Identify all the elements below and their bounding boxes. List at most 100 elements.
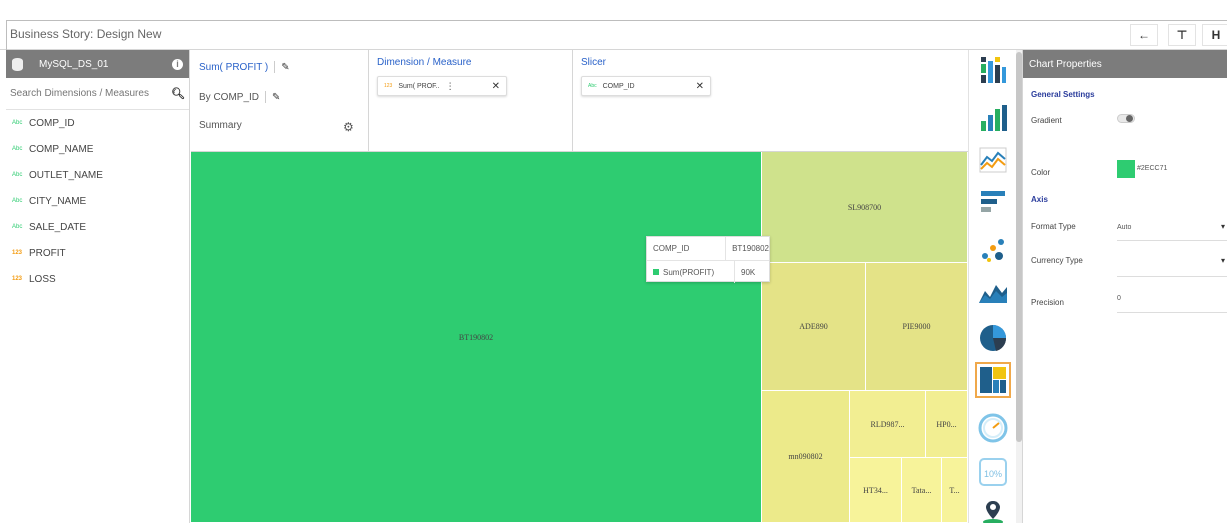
axis-heading: Axis	[1031, 195, 1048, 204]
map-chart-icon[interactable]	[975, 494, 1011, 523]
pie-chart-icon[interactable]	[975, 320, 1011, 356]
tile-label: SL908700	[847, 202, 882, 212]
tooltip-key: COMP_ID	[647, 237, 727, 260]
tooltip-value: BT190802	[732, 244, 769, 253]
tile-label: BT190802	[458, 332, 494, 342]
grid-chart-icon[interactable]	[975, 52, 1011, 88]
treemap-tile[interactable]: HP0...	[926, 391, 968, 458]
tooltip-key-cell: Sum(PROFIT)	[647, 261, 735, 283]
database-icon	[12, 57, 23, 71]
close-icon[interactable]: ✕	[696, 81, 704, 92]
field-name: PROFIT	[29, 247, 66, 259]
treemap-tile[interactable]: HT34...	[850, 458, 902, 523]
field-item[interactable]: Abc CITY_NAME	[6, 188, 189, 214]
field-item[interactable]: Abc SALE_DATE	[6, 214, 189, 240]
precision-label: Precision	[1031, 298, 1064, 307]
field-name: SALE_DATE	[29, 221, 87, 233]
field-name: LOSS	[29, 273, 56, 285]
field-underline	[1117, 312, 1227, 313]
chart-tooltip: COMP_ID BT190802 Sum(PROFIT) 90K	[646, 236, 770, 283]
field-underline	[1117, 276, 1227, 277]
toggle-knob	[1126, 115, 1133, 122]
field-name: OUTLET_NAME	[29, 169, 103, 181]
line-chart-icon[interactable]	[975, 142, 1011, 178]
edit-pencil-icon[interactable]: ✎	[272, 92, 280, 103]
treemap-tile[interactable]: ADE890	[762, 263, 866, 391]
tile-label: RLD987...	[870, 419, 905, 429]
divider	[274, 61, 276, 73]
format-type-select[interactable]: Auto	[1117, 224, 1131, 231]
tooltip-value: 90K	[741, 267, 756, 277]
dimension-measure-shelf: Dimension / Measure 123 Sum( PROF.. ⋮ ✕	[369, 50, 573, 152]
info-icon[interactable]: i	[172, 58, 183, 70]
summary-label: Summary	[199, 120, 242, 131]
chevron-down-icon[interactable]: ▾	[1221, 256, 1225, 265]
field-underline	[1117, 240, 1227, 241]
number-type-icon: 123	[384, 83, 393, 89]
field-item[interactable]: Abc COMP_NAME	[6, 136, 189, 162]
gear-icon[interactable]: ⚙	[343, 120, 354, 134]
chart-shelf: Sum( PROFIT ) ✎ By COMP_ID ✎ Summary ⚙ D…	[191, 50, 977, 152]
treemap-tile[interactable]: SL908700	[762, 152, 968, 263]
slicer-label: Slicer	[581, 57, 607, 68]
pill-label: Sum( PROF..	[398, 82, 440, 90]
slicer-pill[interactable]: Abc COMP_ID ✕	[581, 76, 711, 96]
treemap-tile[interactable]: Tata...	[902, 458, 942, 523]
field-list: Abc COMP_ID Abc COMP_NAME Abc OUTLET_NAME A…	[6, 110, 189, 292]
field-name: COMP_ID	[29, 117, 75, 129]
field-search-input[interactable]	[10, 88, 172, 99]
kpi-icon-text: 10%	[984, 469, 1002, 479]
gauge-chart-icon[interactable]	[975, 410, 1011, 446]
gradient-label: Gradient	[1031, 116, 1062, 125]
edit-pencil-icon[interactable]: ✎	[281, 62, 289, 73]
general-settings-heading: General Settings	[1031, 90, 1095, 99]
precision-input[interactable]: 0	[1117, 295, 1121, 302]
datasource-header[interactable]: MySQL_DS_01 i	[6, 50, 189, 78]
string-type-icon: Abc	[12, 198, 23, 204]
chevron-down-icon[interactable]: ▾	[1221, 222, 1225, 231]
datasource-name: MySQL_DS_01	[39, 58, 109, 70]
dimension-measure-pill[interactable]: 123 Sum( PROF.. ⋮ ✕	[377, 76, 507, 96]
kpi-chart-icon[interactable]: 10%	[975, 454, 1011, 490]
color-swatch[interactable]	[1117, 160, 1135, 178]
treemap-tile[interactable]: PIE9000	[866, 263, 968, 391]
field-item[interactable]: Abc COMP_ID	[6, 110, 189, 136]
bar-chart-icon[interactable]	[975, 100, 1011, 136]
field-item[interactable]: 123 LOSS	[6, 266, 189, 292]
string-type-icon: Abc	[588, 83, 597, 89]
string-type-icon: Abc	[12, 224, 23, 230]
tooltip-row: Sum(PROFIT) 90K	[647, 260, 769, 283]
kebab-menu-icon[interactable]: ⋮	[446, 81, 455, 92]
field-item[interactable]: 123 PROFIT	[6, 240, 189, 266]
treemap-tile[interactable]: BT190802	[191, 152, 762, 523]
slicer-shelf: Slicer Abc COMP_ID ✕	[573, 50, 977, 152]
measure-title-text: Sum( PROFIT )	[199, 61, 269, 73]
field-name: CITY_NAME	[29, 195, 87, 207]
treemap-tile[interactable]: T...	[942, 458, 968, 523]
datasource-panel: MySQL_DS_01 i 🔍︎ Abc COMP_ID Abc COMP_NAME…	[6, 50, 190, 523]
treemap-chart-icon[interactable]	[975, 362, 1011, 398]
tooltip-row: COMP_ID BT190802	[647, 237, 769, 260]
group-by-text: By COMP_ID	[199, 91, 260, 103]
group-by-title[interactable]: By COMP_ID ✎	[199, 91, 280, 103]
color-label: Color	[1031, 168, 1051, 177]
scatter-chart-icon[interactable]	[975, 232, 1011, 268]
horizontal-bar-chart-icon[interactable]	[975, 184, 1011, 220]
color-value[interactable]: #2ECC71	[1137, 165, 1167, 172]
treemap-tile[interactable]: mn090802	[762, 391, 850, 523]
chart-properties-header: Chart Properties	[1023, 50, 1227, 78]
field-item[interactable]: Abc OUTLET_NAME	[6, 162, 189, 188]
tile-label: HT34...	[863, 485, 888, 495]
area-chart-icon[interactable]	[975, 274, 1011, 310]
tile-label: mn090802	[788, 452, 823, 461]
treemap-tile[interactable]: RLD987...	[850, 391, 926, 458]
measure-title[interactable]: Sum( PROFIT ) ✎	[199, 61, 290, 73]
string-type-icon: Abc	[12, 146, 23, 152]
series-swatch	[653, 269, 659, 275]
tile-label: T...	[949, 485, 960, 495]
close-icon[interactable]: ✕	[492, 81, 500, 92]
currency-type-label: Currency Type	[1031, 256, 1083, 265]
gradient-toggle[interactable]	[1117, 114, 1135, 123]
search-icon[interactable]: 🔍︎	[171, 87, 185, 100]
tile-label: Tata...	[911, 485, 932, 495]
